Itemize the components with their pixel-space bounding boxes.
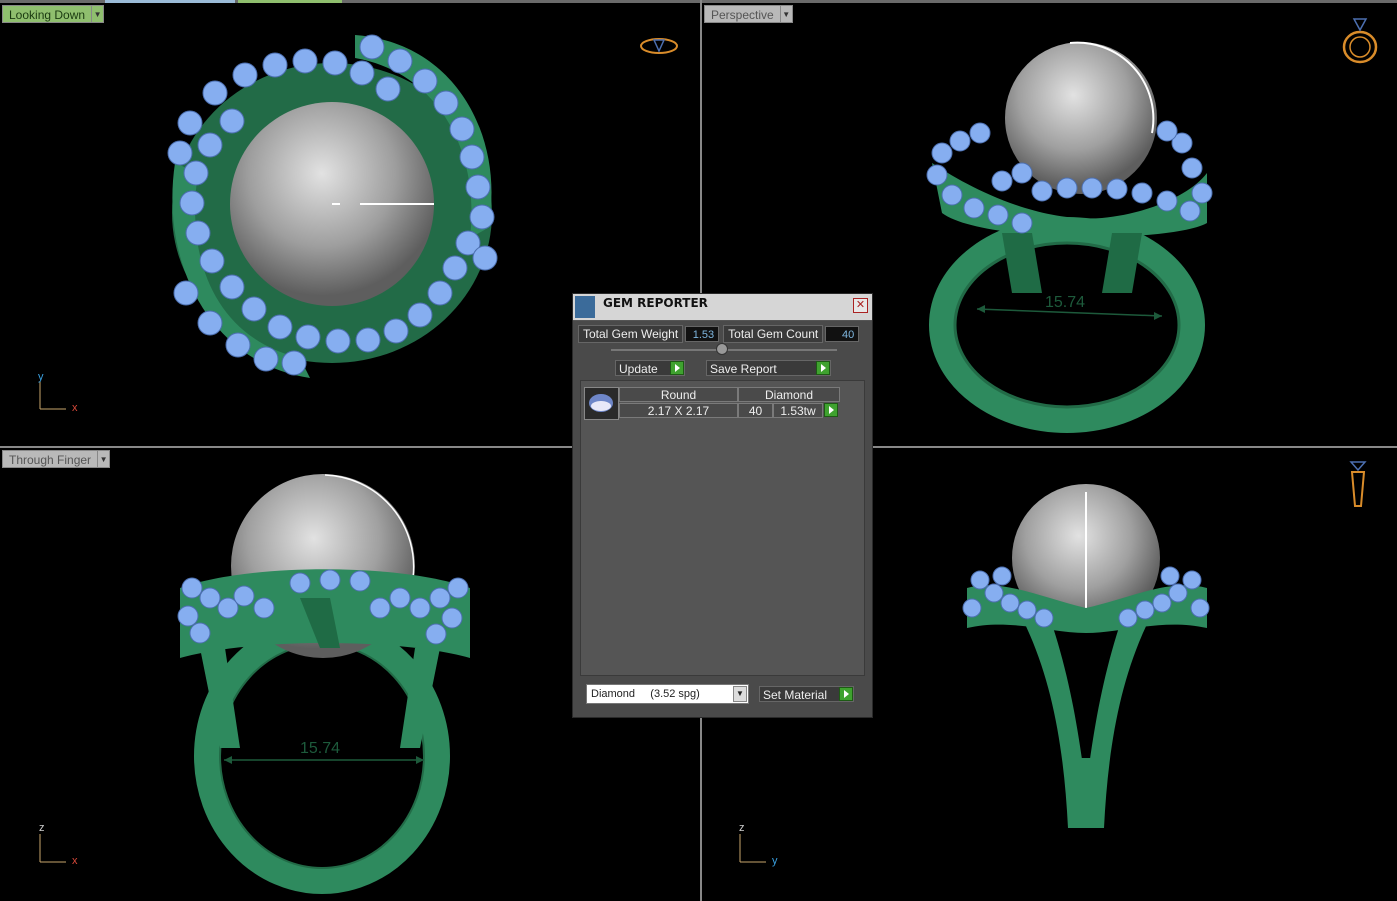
axis-x-label: x [72, 402, 78, 414]
close-icon[interactable]: ✕ [853, 298, 868, 313]
total-gem-weight-value: 1.53 [685, 326, 720, 342]
set-material-label: Set Material [763, 688, 828, 702]
material-select[interactable]: Diamond (3.52 spg) ▼ [586, 684, 749, 704]
total-gem-count-label: Total Gem Count [723, 325, 824, 343]
ring-side-view-icon[interactable] [1346, 458, 1370, 514]
axis-x-label: x [72, 855, 78, 867]
go-arrow-icon[interactable] [824, 403, 838, 417]
dropdown-arrow-icon[interactable]: ▼ [92, 5, 105, 23]
viewport-label-perspective[interactable]: Perspective ▼ [704, 5, 793, 23]
dropdown-arrow-icon[interactable]: ▼ [780, 5, 793, 23]
gem-shape-cell: Round [619, 387, 738, 402]
gem-reporter-icon [575, 296, 595, 318]
viewport-label-looking-down[interactable]: Looking Down ▼ [2, 5, 105, 23]
gem-row-go[interactable] [823, 403, 840, 418]
axis-y-label: y [772, 855, 778, 867]
dialog-title: GEM REPORTER [603, 296, 708, 310]
ring-size-measure: 15.74 [300, 740, 341, 757]
gem-reporter-dialog[interactable]: GEM REPORTER ✕ Total Gem Weight 1.53 Tot… [572, 293, 873, 718]
total-gem-weight-label: Total Gem Weight [578, 325, 684, 343]
viewport-label-text: Perspective [704, 5, 781, 23]
go-arrow-icon[interactable] [670, 361, 684, 375]
axis-z-label: z [739, 822, 745, 834]
go-arrow-icon[interactable] [839, 687, 853, 701]
set-material-button[interactable]: Set Material [759, 686, 854, 702]
gem-count-cell: 40 [738, 403, 773, 418]
viewport-label-text: Looking Down [2, 5, 93, 23]
update-button[interactable]: Update [615, 360, 685, 376]
go-arrow-icon[interactable] [816, 361, 830, 375]
axis-indicator: z y [736, 822, 786, 868]
material-select-value: Diamond (3.52 spg) [591, 688, 700, 700]
round-gem-icon[interactable] [584, 387, 619, 420]
axis-indicator: y x [36, 371, 86, 415]
save-report-button[interactable]: Save Report [706, 360, 831, 376]
report-slider-knob[interactable] [716, 343, 728, 355]
ring-size-measure: 15.74 [1045, 294, 1086, 311]
axis-y-label: y [38, 371, 44, 383]
chevron-down-icon[interactable]: ▼ [733, 686, 747, 702]
gem-material-cell: Diamond [738, 387, 840, 402]
ring-top-view-icon[interactable] [638, 35, 680, 57]
viewport-label-text: Through Finger [2, 450, 99, 468]
ring-perspective-icon[interactable] [1340, 13, 1380, 65]
save-report-label: Save Report [710, 362, 777, 376]
dialog-title-bar[interactable]: GEM REPORTER ✕ [573, 294, 872, 321]
total-gem-count-value: 40 [825, 326, 860, 342]
gem-table-area[interactable]: Round Diamond 2.17 X 2.17 40 1.53tw [580, 380, 865, 676]
axis-z-label: z [39, 822, 45, 834]
gem-weight-cell: 1.53tw [773, 403, 823, 418]
dropdown-arrow-icon[interactable]: ▼ [98, 450, 111, 468]
viewport-label-through-finger[interactable]: Through Finger ▼ [2, 450, 111, 468]
update-label: Update [619, 362, 658, 376]
gem-size-cell: 2.17 X 2.17 [619, 403, 738, 418]
axis-indicator: z x [36, 822, 86, 867]
